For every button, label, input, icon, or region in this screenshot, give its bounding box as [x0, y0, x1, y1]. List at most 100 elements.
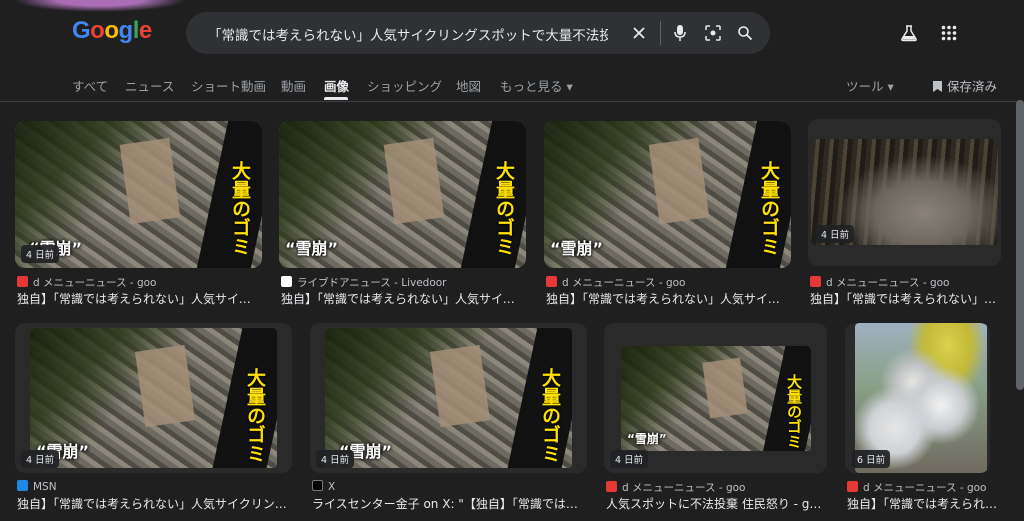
image-result-card[interactable]: 大量のゴミ “雪崩” — [279, 121, 526, 268]
logo-letter: g — [118, 17, 134, 44]
overlay-text-gomi: 大量のゴミ — [229, 161, 251, 256]
result-thumbnail[interactable]: 大量のゴミ “雪崩” — [621, 346, 811, 451]
overlay-text-gomi: 大量のゴミ — [493, 161, 515, 256]
tab-all[interactable]: すべて — [72, 76, 108, 95]
apps-grid-icon[interactable] — [938, 22, 960, 44]
overlay-text-snowslide: “雪崩” — [285, 239, 339, 258]
favicon-icon — [847, 481, 858, 492]
result-thumbnail[interactable]: 大量のゴミ “雪崩” — [30, 328, 277, 468]
image-result-card[interactable]: 大量のゴミ “雪崩” — [544, 121, 791, 268]
overlay-text-gomi: 大量のゴミ — [244, 368, 266, 463]
result-title[interactable]: 人気スポットに不法投棄 住民怒り - go… — [606, 495, 828, 512]
source-label: MSN — [33, 481, 57, 493]
result-source[interactable]: X — [312, 480, 582, 493]
age-badge: 4 日前 — [21, 245, 60, 263]
overlay-text-gomi: 大量のゴミ — [785, 374, 803, 449]
mic-icon[interactable] — [669, 22, 691, 44]
tab-maps[interactable]: 地図 — [456, 76, 481, 95]
x-logo-icon — [312, 480, 323, 491]
result-source[interactable]: d メニューニュース - goo — [810, 275, 1010, 290]
tab-news[interactable]: ニュース — [125, 76, 174, 95]
result-source[interactable]: d メニューニュース - goo — [847, 480, 997, 495]
favicon-icon — [281, 276, 292, 287]
age-badge: 4 日前 — [610, 450, 649, 468]
source-label: d メニューニュース - goo — [33, 277, 157, 289]
debris-shape — [429, 344, 491, 428]
source-label: d メニューニュース - goo — [562, 277, 686, 289]
result-title[interactable]: 独自】「常識では考えられない」人気サイク… — [546, 290, 791, 307]
result-title[interactable]: 独自】「常識では考えられない」人気サイク… — [281, 290, 526, 307]
image-result-card[interactable]: 大量のゴミ “雪崩” 4 日前 — [15, 121, 262, 268]
result-source[interactable]: MSN — [17, 480, 287, 493]
saved-button[interactable]: 保存済み — [932, 76, 997, 95]
logo-letter: G — [72, 17, 91, 44]
age-badge: 6 日前 — [852, 450, 891, 468]
tab-more[interactable]: もっと見る ▾ — [500, 76, 573, 95]
tools-button[interactable]: ツール ▾ — [846, 76, 894, 95]
image-result-card[interactable]: 4 日前 — [808, 119, 1001, 266]
favicon-icon — [17, 480, 28, 491]
doodle-decoration — [0, 0, 190, 14]
result-title[interactable]: 独自】「常識では考えられない」人気サイクリン… — [17, 495, 292, 512]
source-label: d メニューニュース - goo — [826, 277, 950, 289]
overlay-text-snowslide: “雪崩” — [550, 239, 604, 258]
overlay-text-gomi: 大量のゴミ — [758, 161, 780, 256]
close-icon[interactable] — [628, 22, 650, 44]
chevron-down-icon: ▾ — [887, 79, 894, 94]
tab-images[interactable]: 画像 — [324, 76, 349, 95]
source-label: ライブドアニュース - Livedoor — [297, 277, 447, 289]
result-source[interactable]: d メニューニュース - goo — [17, 275, 262, 290]
result-thumbnail[interactable]: 大量のゴミ “雪崩” — [325, 328, 572, 468]
lens-icon[interactable] — [702, 22, 724, 44]
favicon-icon — [546, 276, 557, 287]
image-result-card[interactable]: 大量のゴミ “雪崩” 4 日前 — [15, 323, 292, 473]
result-thumbnail[interactable]: 4 日前 — [811, 139, 998, 245]
image-result-card[interactable]: 大量のゴミ “雪崩” 4 日前 — [310, 323, 587, 473]
result-source[interactable]: d メニューニュース - goo — [606, 480, 826, 495]
search-input[interactable]: 「常識では考えられない」人気サイクリングスポットで大量不法投棄 " — [208, 24, 608, 44]
result-source[interactable]: d メニューニュース - goo — [546, 275, 791, 290]
google-logo[interactable]: Google — [72, 17, 154, 47]
saved-label: 保存済み — [947, 79, 998, 94]
search-tabs: すべて ニュース ショート動画 動画 画像 ショッピング 地図 もっと見る ▾ … — [0, 66, 1024, 102]
active-tab-indicator — [324, 97, 348, 100]
debris-shape — [702, 357, 748, 419]
logo-letter: o — [90, 17, 105, 44]
result-title[interactable]: ライスセンター金子 on X: "【独自】「常識では考… — [312, 495, 587, 512]
image-result-card[interactable]: 6 日前 — [845, 323, 990, 473]
tools-label: ツール — [846, 79, 884, 94]
logo-letter: e — [138, 17, 152, 44]
age-badge: 4 日前 — [816, 225, 855, 243]
scrollbar[interactable] — [1016, 100, 1024, 390]
age-badge: 4 日前 — [21, 450, 60, 468]
search-icon[interactable] — [734, 22, 756, 44]
image-result-card[interactable]: 大量のゴミ “雪崩” 4 日前 — [604, 323, 827, 473]
debris-shape — [134, 344, 196, 428]
result-thumbnail[interactable]: 大量のゴミ “雪崩” 4 日前 — [15, 121, 262, 268]
result-thumbnail[interactable]: 大量のゴミ “雪崩” — [544, 121, 791, 268]
tab-videos[interactable]: 動画 — [281, 76, 306, 95]
search-box[interactable]: 「常識では考えられない」人気サイクリングスポットで大量不法投棄 " — [186, 12, 770, 54]
favicon-icon — [17, 276, 28, 287]
tab-more-label: もっと見る — [500, 79, 563, 94]
result-title[interactable]: 独自】「常識では考えられない」人気サイク… — [17, 290, 262, 307]
tab-short-videos[interactable]: ショート動画 — [191, 76, 266, 95]
logo-letter: o — [104, 17, 119, 44]
age-badge: 4 日前 — [316, 450, 355, 468]
overlay-text-snowslide: “雪崩” — [627, 432, 667, 446]
result-title[interactable]: 独自】「常識では考えられ… — [847, 495, 997, 512]
bookmark-icon — [933, 81, 942, 92]
tab-shopping[interactable]: ショッピング — [367, 76, 442, 95]
result-source[interactable]: ライブドアニュース - Livedoor — [281, 275, 526, 290]
labs-flask-icon[interactable] — [898, 22, 920, 44]
result-thumbnail[interactable]: 大量のゴミ “雪崩” — [279, 121, 526, 268]
favicon-icon — [606, 481, 617, 492]
source-label: d メニューニュース - goo — [863, 482, 987, 494]
source-label: X — [328, 481, 336, 493]
source-label: d メニューニュース - goo — [622, 482, 746, 494]
chevron-down-icon: ▾ — [566, 79, 573, 94]
header: Google 「常識では考えられない」人気サイクリングスポットで大量不法投棄 " — [0, 0, 1024, 66]
divider — [660, 21, 661, 45]
overlay-text-gomi: 大量のゴミ — [539, 368, 561, 463]
result-title[interactable]: 独自】「常識では考えられない」… — [810, 290, 1000, 307]
